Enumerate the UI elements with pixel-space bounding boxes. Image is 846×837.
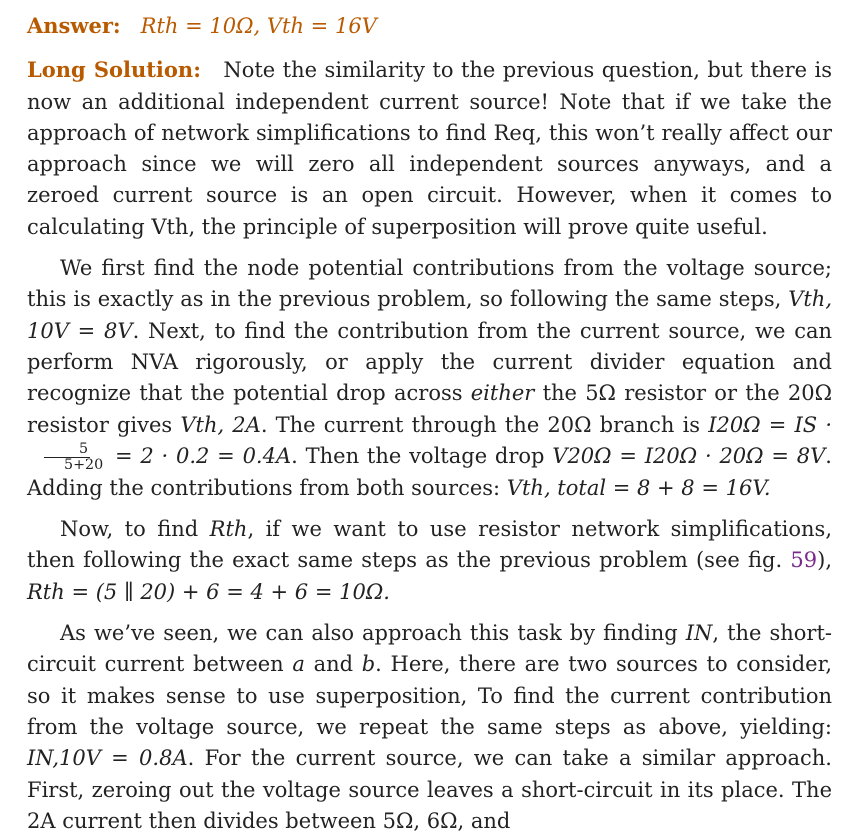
text-span: We first find the node potential contrib… xyxy=(27,256,832,312)
fraction-denominator: 5+20 xyxy=(64,456,104,473)
equation-part: = 2 · 0.2 = 0.4A xyxy=(114,443,292,468)
node-b: b xyxy=(361,652,376,677)
paragraph-rth: Now, to find Rth, if we want to use resi… xyxy=(27,514,832,608)
equation-vth-2a: Vth, 2A xyxy=(180,412,261,437)
equation-v20: V20Ω = I20Ω · 20Ω = 8V xyxy=(552,443,826,468)
fraction: 5 5+20 xyxy=(29,441,105,473)
symbol-in: IN xyxy=(685,621,713,646)
text-span: . The current through the 20Ω branch is xyxy=(260,412,709,437)
fraction-numerator: 5 xyxy=(44,441,91,458)
equation-vth-total: Vth, total = 8 + 8 = 16V. xyxy=(506,475,771,500)
long-solution-text: Note the similarity to the previous ques… xyxy=(27,58,833,239)
symbol-rth: Rth xyxy=(209,517,248,542)
equation-rth: Rth = (5 ∥ 20) + 6 = 4 + 6 = 10Ω. xyxy=(27,579,390,604)
paragraph-norton: As we’ve seen, we can also approach this… xyxy=(27,618,832,837)
text-span: As we’ve seen, we can also approach this… xyxy=(60,621,686,646)
answer-line: Answer: Rth = 10Ω, Vth = 16V xyxy=(27,10,832,42)
text-span: and xyxy=(304,652,362,677)
equation-part: I20Ω = IS · xyxy=(708,412,832,437)
emphasis-either: either xyxy=(470,381,535,406)
paragraph-voltage-contribution: We first find the node potential contrib… xyxy=(27,253,832,504)
answer-equation: Rth = 10Ω, Vth = 16V xyxy=(140,14,377,38)
text-span: . Then the voltage drop xyxy=(291,443,553,468)
text-span: ), xyxy=(817,548,832,573)
long-solution-label: Long Solution: xyxy=(27,57,201,83)
node-a: a xyxy=(292,652,305,677)
text-span: Now, to find xyxy=(60,517,210,542)
figure-reference-link[interactable]: 59 xyxy=(790,548,817,572)
equation-in-10v: IN,10V = 0.8A xyxy=(27,746,188,771)
page: Answer: Rth = 10Ω, Vth = 16V Long Soluti… xyxy=(0,0,846,833)
paragraph-long-solution: Long Solution: Note the similarity to th… xyxy=(27,54,832,243)
answer-label: Answer: xyxy=(27,13,121,38)
